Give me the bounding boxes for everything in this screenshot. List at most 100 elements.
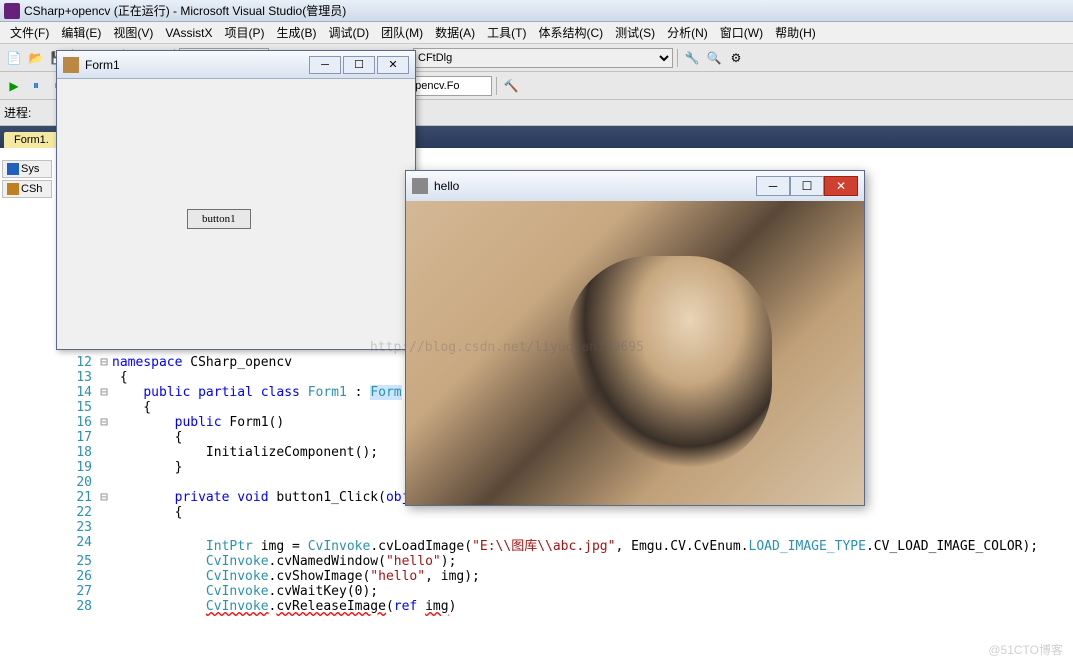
side-tab[interactable]: Sys — [2, 160, 52, 178]
form1-maximize-button[interactable]: ☐ — [343, 56, 375, 74]
main-menu-bar: 文件(F)编辑(E)视图(V)VAssistX项目(P)生成(B)调试(D)团队… — [0, 22, 1073, 44]
fold-icon[interactable]: ⊟ — [96, 355, 112, 370]
config-dropdown[interactable]: CFtDlg — [413, 48, 673, 68]
window-title-bar: CSharp+opencv (正在运行) - Microsoft Visual … — [0, 0, 1073, 22]
line-number: 25 — [56, 554, 96, 569]
menu-item[interactable]: 数据(A) — [429, 22, 481, 43]
form1-window: Form1 ─ ☐ ✕ button1 — [56, 50, 416, 350]
hello-minimize-button[interactable]: ─ — [756, 176, 790, 196]
menu-item[interactable]: VAssistX — [159, 24, 218, 42]
tool-icon[interactable]: 🔨 — [501, 76, 521, 96]
menu-item[interactable]: 体系结构(C) — [532, 22, 609, 43]
line-number: 26 — [56, 569, 96, 584]
fold-icon[interactable]: ⊟ — [96, 385, 112, 400]
line-number: 16 — [56, 415, 96, 430]
code-line[interactable]: 28 CvInvoke.cvReleaseImage(ref img) — [56, 599, 1069, 614]
toolbox-icon[interactable]: 🔧 — [682, 48, 702, 68]
menu-item[interactable]: 编辑(E) — [55, 22, 107, 43]
corner-watermark: @51CTO博客 — [988, 641, 1063, 658]
code-text[interactable]: CvInvoke.cvReleaseImage(ref img) — [112, 599, 1069, 614]
line-number: 12 — [56, 355, 96, 370]
side-tab-group: Sys CSh — [2, 160, 52, 200]
fold-icon[interactable]: ⊟ — [96, 490, 112, 505]
settings-icon[interactable]: ⚙ — [726, 48, 746, 68]
code-line[interactable]: 22 { — [56, 505, 1069, 520]
code-text[interactable]: { — [112, 505, 1069, 520]
line-number: 21 — [56, 490, 96, 505]
line-number: 24 — [56, 535, 96, 554]
fold-icon[interactable] — [96, 460, 112, 475]
fold-icon[interactable] — [96, 584, 112, 599]
hello-maximize-button[interactable]: ☐ — [790, 176, 824, 196]
side-tab-icon — [7, 163, 19, 175]
line-number: 23 — [56, 520, 96, 535]
fold-icon[interactable] — [96, 520, 112, 535]
hello-close-button[interactable]: ✕ — [824, 176, 858, 196]
line-number: 22 — [56, 505, 96, 520]
line-number: 15 — [56, 400, 96, 415]
code-line[interactable]: 27 CvInvoke.cvWaitKey(0); — [56, 584, 1069, 599]
menu-item[interactable]: 工具(T) — [481, 22, 532, 43]
menu-item[interactable]: 文件(F) — [4, 22, 55, 43]
code-text[interactable]: CvInvoke.cvNamedWindow("hello"); — [112, 554, 1069, 569]
code-line[interactable]: 24 IntPtr img = CvInvoke.cvLoadImage("E:… — [56, 535, 1069, 554]
fold-icon[interactable] — [96, 430, 112, 445]
hello-title-bar[interactable]: hello ─ ☐ ✕ — [406, 171, 864, 201]
menu-item[interactable]: 视图(V) — [107, 22, 159, 43]
fold-icon[interactable] — [96, 475, 112, 490]
code-text[interactable]: IntPtr img = CvInvoke.cvLoadImage("E:\\图… — [112, 535, 1069, 554]
line-number: 17 — [56, 430, 96, 445]
find-icon[interactable]: 🔍 — [704, 48, 724, 68]
menu-item[interactable]: 团队(M) — [375, 22, 429, 43]
code-line[interactable]: 26 CvInvoke.cvShowImage("hello", img); — [56, 569, 1069, 584]
fold-icon[interactable] — [96, 505, 112, 520]
tab-form1[interactable]: Form1. — [4, 132, 59, 148]
fold-icon[interactable]: ⊟ — [96, 415, 112, 430]
code-text[interactable]: CvInvoke.cvShowImage("hello", img); — [112, 569, 1069, 584]
fold-icon[interactable] — [96, 554, 112, 569]
menu-item[interactable]: 调试(D) — [322, 22, 375, 43]
vs-logo-icon — [4, 3, 20, 19]
side-tab[interactable]: CSh — [2, 180, 52, 198]
line-number: 20 — [56, 475, 96, 490]
window-title: CSharp+opencv (正在运行) - Microsoft Visual … — [24, 2, 346, 19]
menu-item[interactable]: 分析(N) — [661, 22, 714, 43]
form1-minimize-button[interactable]: ─ — [309, 56, 341, 74]
code-text[interactable]: CvInvoke.cvWaitKey(0); — [112, 584, 1069, 599]
line-number: 18 — [56, 445, 96, 460]
form1-icon — [63, 57, 79, 73]
line-number: 28 — [56, 599, 96, 614]
process-label: 进程: — [4, 104, 31, 121]
button1[interactable]: button1 — [187, 209, 251, 229]
fold-icon[interactable] — [96, 445, 112, 460]
line-number: 27 — [56, 584, 96, 599]
fold-icon[interactable] — [96, 370, 112, 385]
menu-item[interactable]: 测试(S) — [609, 22, 661, 43]
menu-item[interactable]: 生成(B) — [270, 22, 322, 43]
fold-icon[interactable] — [96, 599, 112, 614]
open-icon[interactable]: 📂 — [26, 48, 46, 68]
menu-item[interactable]: 项目(P) — [218, 22, 270, 43]
hello-title: hello — [434, 179, 459, 193]
code-line[interactable]: 25 CvInvoke.cvNamedWindow("hello"); — [56, 554, 1069, 569]
run-icon[interactable]: ▶ — [4, 76, 24, 96]
fold-icon[interactable] — [96, 400, 112, 415]
form1-close-button[interactable]: ✕ — [377, 56, 409, 74]
watermark-text: http://blog.csdn.net/liyuqian199695 — [370, 340, 644, 355]
fold-icon[interactable] — [96, 569, 112, 584]
fold-icon[interactable] — [96, 535, 112, 554]
side-tab-icon — [7, 183, 19, 195]
form1-title-bar[interactable]: Form1 ─ ☐ ✕ — [57, 51, 415, 79]
hello-window: hello ─ ☐ ✕ — [405, 170, 865, 506]
new-project-icon[interactable]: 📄 — [4, 48, 24, 68]
code-line[interactable]: 23 — [56, 520, 1069, 535]
line-number: 19 — [56, 460, 96, 475]
code-text[interactable] — [112, 520, 1069, 535]
pause-icon[interactable]: ⏸ — [26, 76, 46, 96]
line-number: 13 — [56, 370, 96, 385]
line-number: 14 — [56, 385, 96, 400]
menu-item[interactable]: 帮助(H) — [769, 22, 822, 43]
menu-item[interactable]: 窗口(W) — [714, 22, 769, 43]
hello-icon — [412, 178, 428, 194]
form1-title: Form1 — [85, 58, 120, 72]
